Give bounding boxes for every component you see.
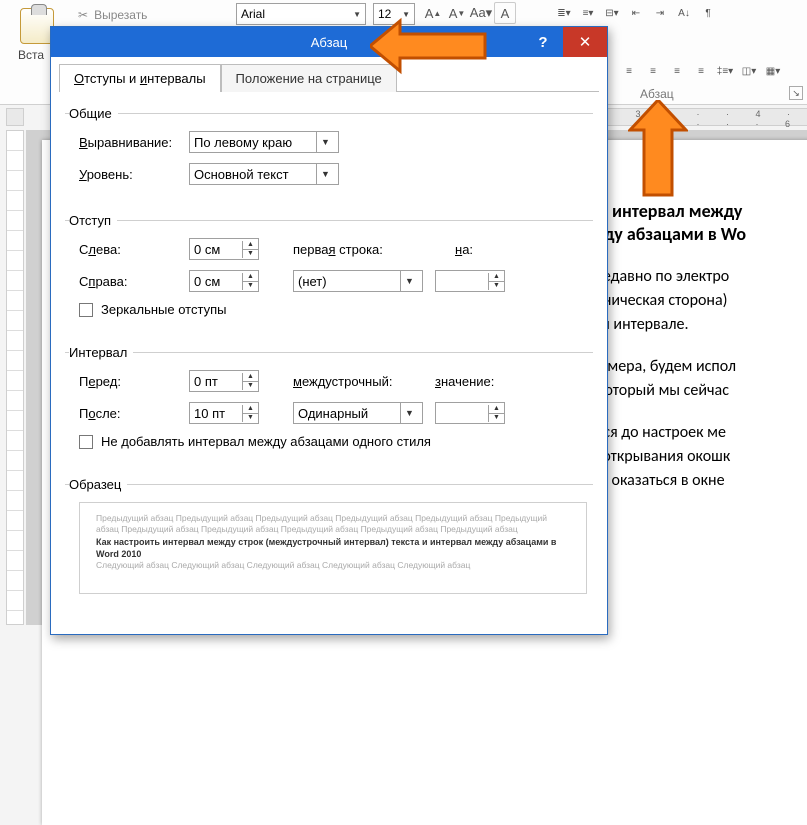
increase-indent-button[interactable]: ⇥ — [649, 2, 671, 24]
alignment-label: Выравнивание: — [79, 135, 189, 150]
line-spacing-button[interactable]: ‡≡▾ — [714, 60, 736, 82]
general-group: Общие Выравнивание: По левому краю ▼ Уро… — [65, 106, 593, 199]
font-name-combo[interactable]: Arial ▼ — [236, 3, 366, 25]
indent-right-label: Справа: — [79, 274, 189, 289]
spacing-group: Интервал Перед: 0 пт ▲▼ междустрочный: з… — [65, 345, 593, 463]
special-combo[interactable]: (нет) ▼ — [293, 270, 423, 292]
indent-right-spin[interactable]: 0 см ▲▼ — [189, 270, 259, 292]
chevron-down-icon: ▼ — [400, 403, 418, 423]
dialog-titlebar[interactable]: Абзац ? ✕ — [51, 27, 607, 57]
scissors-icon: ✂ — [78, 8, 88, 22]
nosame-checkbox[interactable] — [79, 435, 93, 449]
help-button[interactable]: ? — [523, 27, 563, 57]
at-label: значение: — [435, 374, 494, 389]
borders-button[interactable]: ▦▾ — [762, 60, 784, 82]
paragraph-dialog-launcher[interactable]: ↘ — [789, 86, 803, 100]
sort-button[interactable]: A↓ — [673, 2, 695, 24]
shading-button[interactable]: ◫▾ — [738, 60, 760, 82]
decrease-indent-button[interactable]: ⇤ — [625, 2, 647, 24]
dialog-title: Абзац — [311, 35, 347, 50]
line-spacing-label: междустрочный: — [293, 374, 423, 389]
paragraph-group-label: Абзац — [640, 87, 674, 101]
annotation-arrow-up — [628, 100, 688, 200]
by-spin[interactable]: ▲▼ — [435, 270, 505, 292]
outline-label: Уровень: — [79, 167, 189, 182]
after-spin[interactable]: 10 пт ▲▼ — [189, 402, 259, 424]
preview-group: Образец Предыдущий абзац Предыдущий абза… — [65, 477, 593, 598]
chevron-down-icon: ▼ — [316, 132, 334, 152]
outline-combo[interactable]: Основной текст ▼ — [189, 163, 339, 185]
nosame-label: Не добавлять интервал между абзацами одн… — [101, 434, 431, 449]
bullets-button[interactable]: ≣▾ — [553, 2, 575, 24]
before-spin[interactable]: 0 пт ▲▼ — [189, 370, 259, 392]
dialog-body: Общие Выравнивание: По левому краю ▼ Уро… — [59, 91, 599, 634]
indent-left-label: Слева: — [79, 242, 189, 257]
vertical-ruler[interactable] — [6, 130, 24, 625]
mirror-checkbox[interactable] — [79, 303, 93, 317]
paragraph-button-group-top: ≣▾ ≡▾ ⊟▾ ⇤ ⇥ A↓ ¶ — [553, 2, 719, 24]
chevron-down-icon: ▼ — [316, 164, 334, 184]
special-label: первая строка: — [293, 242, 423, 257]
align-left-button[interactable]: ≡ — [618, 60, 640, 82]
multilevel-button[interactable]: ⊟▾ — [601, 2, 623, 24]
at-spin[interactable]: ▲▼ — [435, 402, 505, 424]
show-marks-button[interactable]: ¶ — [697, 2, 719, 24]
chevron-down-icon: ▼ — [353, 10, 361, 19]
clipboard-icon — [20, 8, 54, 44]
dialog-tabs: Отступы и интервалы Положение на страниц… — [59, 63, 599, 91]
chevron-down-icon: ▼ — [400, 271, 418, 291]
align-right-button[interactable]: ≡ — [666, 60, 688, 82]
paragraph-button-group-bottom: ≡ ≡ ≡ ≡ ‡≡▾ ◫▾ ▦▾ — [618, 60, 784, 82]
paragraph-dialog: Абзац ? ✕ Отступы и интервалы Положение … — [50, 26, 608, 635]
cut-button[interactable]: ✂ Вырезать — [78, 8, 147, 22]
numbering-button[interactable]: ≡▾ — [577, 2, 599, 24]
paste-label[interactable]: Вста — [18, 48, 44, 62]
after-label: После: — [79, 406, 189, 421]
close-button[interactable]: ✕ — [563, 27, 607, 57]
before-label: Перед: — [79, 374, 189, 389]
line-spacing-combo[interactable]: Одинарный ▼ — [293, 402, 423, 424]
ruler-corner — [6, 108, 24, 126]
alignment-combo[interactable]: По левому краю ▼ — [189, 131, 339, 153]
justify-button[interactable]: ≡ — [690, 60, 712, 82]
tab-indent-spacing[interactable]: Отступы и интервалы — [59, 64, 221, 92]
indent-group: Отступ Слева: 0 см ▲▼ первая строка: на:… — [65, 213, 593, 331]
mirror-label: Зеркальные отступы — [101, 302, 226, 317]
indent-left-spin[interactable]: 0 см ▲▼ — [189, 238, 259, 260]
annotation-arrow-left — [370, 16, 490, 76]
clear-format-button[interactable]: A — [494, 2, 516, 24]
preview-box: Предыдущий абзац Предыдущий абзац Предыд… — [79, 502, 587, 594]
align-center-button[interactable]: ≡ — [642, 60, 664, 82]
by-label: на: — [455, 242, 473, 257]
